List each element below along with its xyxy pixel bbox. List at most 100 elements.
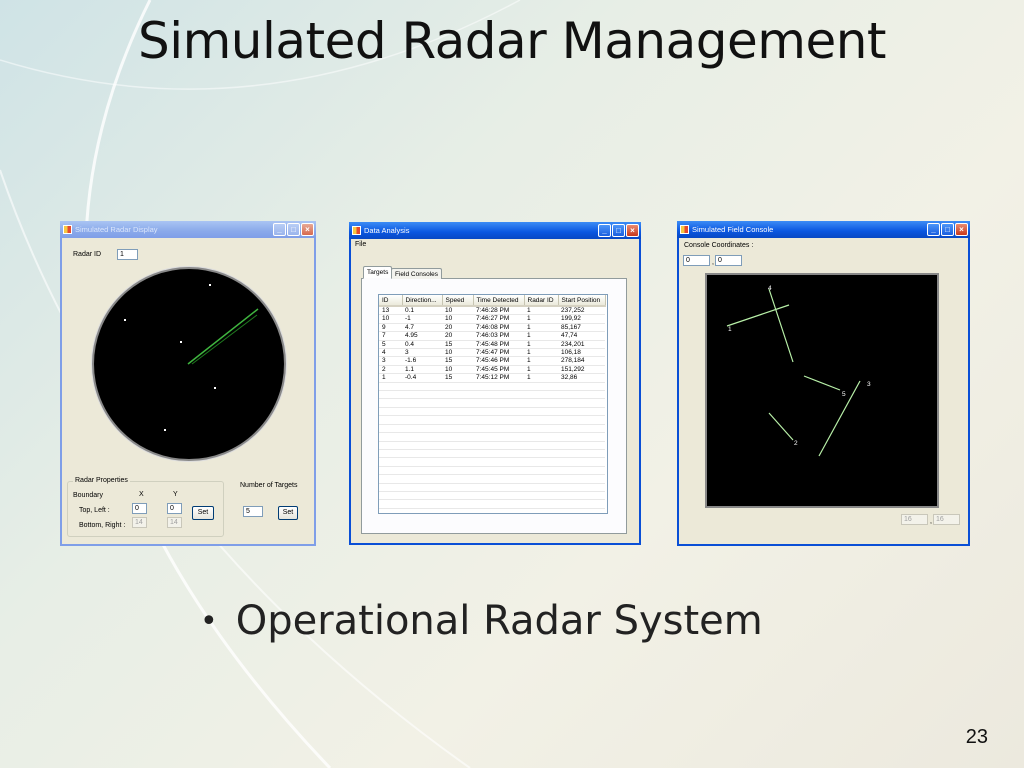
table-row[interactable]: 3 -1.6 15 7:45:46 PM 1 278,184 <box>379 356 605 366</box>
field-console-titlebar[interactable]: Simulated Field Console _ □ × <box>677 221 970 238</box>
table-row[interactable]: 1 -0.4 15 7:45:12 PM 1 32,86 <box>379 373 605 383</box>
minimize-button[interactable]: _ <box>598 224 611 237</box>
empty-row <box>379 398 605 408</box>
num-targets-set-button[interactable]: Set <box>278 506 298 520</box>
console-bottom-x-input[interactable]: 16 <box>901 514 928 525</box>
table-cell: 7:46:03 PM <box>473 331 524 341</box>
table-cell <box>379 449 402 459</box>
table-cell <box>379 432 402 442</box>
table-cell: 15 <box>442 340 473 350</box>
table-cell: 7 <box>379 331 402 341</box>
table-cell: 4 <box>379 348 402 358</box>
radar-display-window[interactable]: Simulated Radar Display _ □ × Radar ID 1… <box>60 221 316 546</box>
field-console-window[interactable]: Simulated Field Console _ □ × Console Co… <box>677 221 970 546</box>
data-analysis-titlebar[interactable]: Data Analysis _ □ × <box>349 222 641 239</box>
bottom-right-y-input[interactable]: 14 <box>167 517 182 528</box>
close-button[interactable]: × <box>626 224 639 237</box>
table-cell: 1 <box>379 373 402 383</box>
console-y-input[interactable]: 0 <box>715 255 742 266</box>
table-cell: 85,167 <box>558 323 605 333</box>
column-header[interactable]: Speed <box>442 295 474 307</box>
table-cell: 13 <box>379 306 402 316</box>
table-cell: 3 <box>379 356 402 366</box>
table-cell <box>558 466 605 476</box>
empty-row <box>379 424 605 434</box>
close-button[interactable]: × <box>301 223 314 236</box>
menu-file[interactable]: File <box>355 241 366 248</box>
table-row[interactable]: 10 -1 10 7:46:27 PM 1 199,92 <box>379 314 605 324</box>
boundary-set-button[interactable]: Set <box>192 506 214 520</box>
table-row[interactable]: 2 1.1 10 7:45:45 PM 1 151,292 <box>379 365 605 375</box>
field-console-display: 4 1 3 5 2 <box>705 273 939 508</box>
table-cell <box>402 415 442 425</box>
empty-row <box>379 407 605 417</box>
table-row[interactable]: 7 4.95 20 7:46:03 PM 1 47,74 <box>379 331 605 341</box>
table-cell <box>473 398 524 408</box>
top-left-x-input[interactable]: 0 <box>132 503 147 514</box>
console-x-input[interactable]: 0 <box>683 255 710 266</box>
table-cell: 1 <box>524 331 558 341</box>
table-cell <box>524 432 558 442</box>
table-row[interactable]: 13 0.1 10 7:46:28 PM 1 237,252 <box>379 306 605 316</box>
bottom-right-x-input[interactable]: 14 <box>132 517 147 528</box>
table-cell: 1 <box>524 348 558 358</box>
table-cell <box>473 508 524 513</box>
targets-table: ID Direction... Speed Time Detected Rada… <box>379 295 606 513</box>
table-cell: 20 <box>442 323 473 333</box>
minimize-button[interactable]: _ <box>273 223 286 236</box>
column-header[interactable]: Time Detected <box>473 295 525 307</box>
tab-field-consoles[interactable]: Field Consoles <box>391 268 442 279</box>
radar-display-titlebar[interactable]: Simulated Radar Display _ □ × <box>60 221 316 238</box>
table-cell: 7:45:12 PM <box>473 373 524 383</box>
y-label: Y <box>173 491 178 498</box>
table-cell: 10 <box>442 306 473 316</box>
targets-grid[interactable]: ID Direction... Speed Time Detected Rada… <box>378 294 608 514</box>
table-row[interactable]: 4 3 10 7:45:47 PM 1 106,18 <box>379 348 605 358</box>
table-cell: 1 <box>524 356 558 366</box>
bottom-right-label: Bottom, Right : <box>79 522 126 529</box>
table-cell <box>558 499 605 509</box>
table-cell: 106,18 <box>558 348 605 358</box>
column-header[interactable]: ID <box>379 295 403 307</box>
app-icon <box>352 226 361 235</box>
track-label: 5 <box>842 391 846 398</box>
top-left-y-input[interactable]: 0 <box>167 503 182 514</box>
app-icon <box>680 225 689 234</box>
empty-row <box>379 491 605 501</box>
table-cell <box>402 424 442 434</box>
close-button[interactable]: × <box>955 223 968 236</box>
console-bottom-y-input[interactable]: 16 <box>933 514 960 525</box>
table-cell: 1 <box>524 373 558 383</box>
minimize-button[interactable]: _ <box>927 223 940 236</box>
column-header[interactable]: Direction... <box>402 295 443 307</box>
num-targets-input[interactable]: 5 <box>243 506 263 517</box>
table-cell <box>442 424 473 434</box>
table-cell <box>524 415 558 425</box>
table-cell <box>558 491 605 501</box>
maximize-button[interactable]: □ <box>612 224 625 237</box>
table-row[interactable]: 9 4.7 20 7:46:08 PM 1 85,167 <box>379 323 605 333</box>
empty-row <box>379 390 605 400</box>
table-cell <box>473 474 524 484</box>
table-cell <box>558 390 605 400</box>
radar-id-input[interactable]: 1 <box>117 249 138 260</box>
bullet-dot: • <box>200 603 218 639</box>
data-analysis-window[interactable]: Data Analysis _ □ × File Targets Field C… <box>349 222 641 545</box>
column-header[interactable]: Radar ID <box>524 295 559 307</box>
tab-targets[interactable]: Targets <box>363 266 393 279</box>
target-blip <box>209 284 211 286</box>
column-header[interactable]: Start Position <box>558 295 606 307</box>
table-cell <box>473 483 524 492</box>
track-label: 1 <box>728 326 732 333</box>
table-cell <box>524 449 558 459</box>
table-cell <box>558 415 605 425</box>
table-cell: 9 <box>379 323 402 333</box>
table-cell: 234,201 <box>558 340 605 350</box>
table-cell <box>558 382 605 392</box>
maximize-button[interactable]: □ <box>941 223 954 236</box>
x-label: X <box>139 491 144 498</box>
maximize-button[interactable]: □ <box>287 223 300 236</box>
table-row[interactable]: 5 0.4 15 7:45:48 PM 1 234,201 <box>379 340 605 350</box>
table-cell: 15 <box>442 356 473 366</box>
table-cell <box>402 441 442 450</box>
